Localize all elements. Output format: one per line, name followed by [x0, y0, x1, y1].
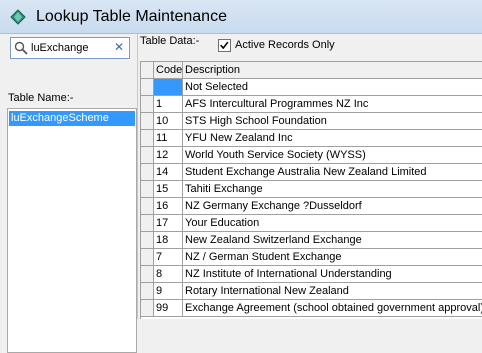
cell-description[interactable]: Rotary International New Zealand — [183, 283, 482, 300]
row-selector[interactable] — [141, 266, 154, 283]
cell-code[interactable]: 10 — [154, 113, 183, 130]
table-row[interactable]: 18 New Zealand Switzerland Exchange — [141, 232, 482, 249]
cell-description[interactable]: Exchange Agreement (school obtained gove… — [183, 300, 482, 317]
app-icon — [10, 9, 26, 25]
table-row[interactable]: 15 Tahiti Exchange — [141, 181, 482, 198]
left-pane: ✕ Table Name:- luExchangeScheme — [0, 34, 137, 353]
cell-code[interactable]: 18 — [154, 232, 183, 249]
cell-code[interactable]: 1 — [154, 96, 183, 113]
cell-description[interactable]: World Youth Service Society (WYSS) — [183, 147, 482, 164]
cell-description[interactable]: NZ / German Student Exchange — [183, 249, 482, 266]
table-row[interactable]: 11 YFU New Zealand Inc — [141, 130, 482, 147]
table-row[interactable]: 12 World Youth Service Society (WYSS) — [141, 147, 482, 164]
grid-header-row: Code Description — [141, 62, 482, 79]
table-row[interactable]: 16 NZ Germany Exchange ?Dusseldorf — [141, 198, 482, 215]
cell-description[interactable]: Student Exchange Australia New Zealand L… — [183, 164, 482, 181]
table-row[interactable]: 10 STS High School Foundation — [141, 113, 482, 130]
list-item[interactable]: luExchangeScheme — [9, 111, 135, 126]
row-selector[interactable] — [141, 130, 154, 147]
cell-code[interactable]: 15 — [154, 181, 183, 198]
search-input[interactable] — [31, 40, 111, 56]
table-data-label: Table Data:- — [140, 35, 200, 47]
active-records-checkbox[interactable] — [218, 39, 231, 52]
cell-code[interactable]: 7 — [154, 249, 183, 266]
table-row[interactable]: 99 Exchange Agreement (school obtained g… — [141, 300, 482, 317]
row-selector[interactable] — [141, 283, 154, 300]
cell-description[interactable]: Tahiti Exchange — [183, 181, 482, 198]
cell-code[interactable]: 99 — [154, 300, 183, 317]
cell-code[interactable]: 8 — [154, 266, 183, 283]
cell-code[interactable] — [154, 79, 183, 96]
cell-description[interactable]: STS High School Foundation — [183, 113, 482, 130]
table-row[interactable]: 1 AFS Intercultural Programmes NZ Inc — [141, 96, 482, 113]
table-row[interactable]: Not Selected — [141, 79, 482, 96]
row-selector[interactable] — [141, 164, 154, 181]
cell-code[interactable]: 14 — [154, 164, 183, 181]
row-selector[interactable] — [141, 96, 154, 113]
search-icon — [14, 41, 28, 55]
table-row[interactable]: 9 Rotary International New Zealand — [141, 283, 482, 300]
check-icon — [220, 41, 229, 50]
table-row[interactable]: 8 NZ Institute of International Understa… — [141, 266, 482, 283]
row-selector[interactable] — [141, 232, 154, 249]
row-selector[interactable] — [141, 147, 154, 164]
close-icon[interactable]: ✕ — [114, 40, 124, 54]
cell-code[interactable]: 11 — [154, 130, 183, 147]
table-name-list[interactable]: luExchangeScheme — [7, 108, 137, 353]
cell-code[interactable]: 17 — [154, 215, 183, 232]
cell-description[interactable]: NZ Germany Exchange ?Dusseldorf — [183, 198, 482, 215]
grid-corner — [141, 62, 154, 79]
row-selector[interactable] — [141, 300, 154, 317]
table-row[interactable]: 7 NZ / German Student Exchange — [141, 249, 482, 266]
cell-description[interactable]: NZ Institute of International Understand… — [183, 266, 482, 283]
cell-description[interactable]: AFS Intercultural Programmes NZ Inc — [183, 96, 482, 113]
cell-code[interactable]: 16 — [154, 198, 183, 215]
table-name-label: Table Name:- — [8, 92, 74, 104]
column-header-description[interactable]: Description — [183, 62, 482, 79]
active-records-label: Active Records Only — [235, 39, 335, 51]
splitter[interactable] — [137, 34, 138, 319]
row-selector[interactable] — [141, 79, 154, 96]
cell-description[interactable]: New Zealand Switzerland Exchange — [183, 232, 482, 249]
cell-description[interactable]: Not Selected — [183, 79, 482, 96]
row-selector[interactable] — [141, 249, 154, 266]
row-selector[interactable] — [141, 181, 154, 198]
table-row[interactable]: 14 Student Exchange Australia New Zealan… — [141, 164, 482, 181]
row-selector[interactable] — [141, 113, 154, 130]
title-bar: Lookup Table Maintenance — [0, 0, 482, 34]
cell-description[interactable]: YFU New Zealand Inc — [183, 130, 482, 147]
cell-code[interactable]: 12 — [154, 147, 183, 164]
column-header-code[interactable]: Code — [154, 62, 183, 79]
table-row[interactable]: 17 Your Education — [141, 215, 482, 232]
cell-code[interactable]: 9 — [154, 283, 183, 300]
cell-description[interactable]: Your Education — [183, 215, 482, 232]
data-grid[interactable]: Code Description Not Selected 1 AFS Inte… — [140, 61, 482, 319]
search-box[interactable]: ✕ — [10, 37, 130, 59]
window-title: Lookup Table Maintenance — [36, 8, 227, 25]
row-selector[interactable] — [141, 215, 154, 232]
row-selector[interactable] — [141, 198, 154, 215]
